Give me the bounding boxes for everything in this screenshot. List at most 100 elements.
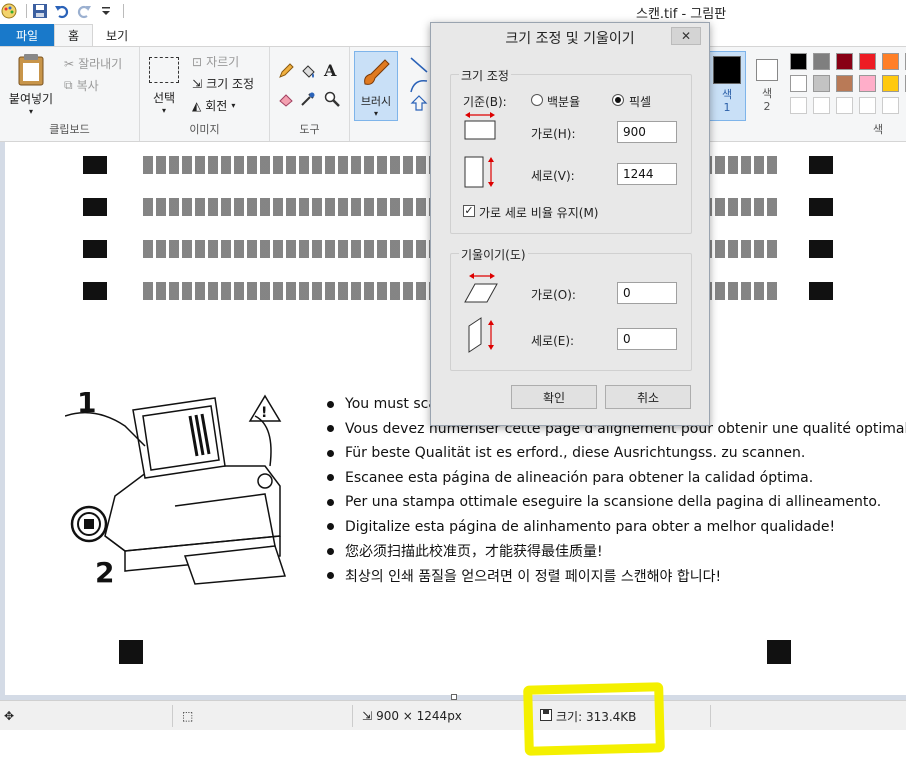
cut-button[interactable]: ✂ 잘라내기 [64, 55, 122, 72]
bullet-icon [327, 498, 334, 506]
resize-label: 크기 조정 [206, 77, 255, 91]
list-item: Escanee esta página de alineación para o… [323, 466, 906, 491]
pixels-label: 픽셀 [629, 95, 652, 109]
close-button[interactable]: ✕ [671, 27, 701, 45]
line-shape-icon[interactable] [410, 57, 428, 76]
custom-color-slot[interactable] [882, 97, 899, 114]
bullet-icon [327, 474, 334, 482]
palette-color-swatch[interactable] [813, 75, 830, 92]
text-tool-icon[interactable]: A [324, 61, 336, 80]
bullet-icon [327, 425, 334, 433]
color1-button[interactable]: 색 1 [708, 51, 746, 121]
palette-color-swatch[interactable] [836, 75, 853, 92]
crop-label: 자르기 [206, 55, 240, 69]
percent-radio[interactable] [531, 94, 543, 106]
palette-color-swatch[interactable] [790, 75, 807, 92]
quick-access-toolbar [0, 2, 124, 20]
status-divider [172, 705, 173, 727]
tab-home[interactable]: 홈 [54, 24, 94, 46]
rotate-button[interactable]: ◭ 회전 ▾ [192, 97, 235, 114]
skew-vertical-input[interactable] [617, 328, 677, 350]
check-icon: ✓ [464, 204, 474, 217]
select-button[interactable]: 선택 ▾ [146, 57, 182, 115]
paint-app-icon[interactable] [0, 2, 18, 20]
status-divider [710, 705, 711, 727]
skew-group-label: 기울이기(도) [459, 246, 528, 263]
color2-button[interactable]: 색 2 [752, 51, 782, 121]
custom-color-slot[interactable] [790, 97, 807, 114]
palette-color-swatch[interactable] [882, 53, 899, 70]
custom-color-slot[interactable] [836, 97, 853, 114]
toolbar-divider [26, 4, 27, 18]
pixels-radio[interactable] [612, 94, 624, 106]
horizontal-input[interactable] [617, 121, 677, 143]
crop-button[interactable]: ⊡ 자르기 [192, 53, 239, 70]
resize-button[interactable]: ⇲ 크기 조정 [192, 75, 254, 92]
keep-ratio-checkbox[interactable]: ✓ [463, 205, 475, 217]
customize-toolbar-icon[interactable] [97, 2, 115, 20]
palette-color-swatch[interactable] [813, 53, 830, 70]
bullet-icon [327, 523, 334, 531]
dialog-title: 크기 조정 및 기울이기 [505, 31, 635, 47]
alignment-mark [809, 240, 833, 258]
tools-group-label: 도구 [299, 123, 320, 136]
paste-button[interactable]: 붙여넣기 ▾ [6, 53, 56, 116]
resize-icon: ⇲ [192, 76, 203, 91]
save-icon[interactable] [31, 2, 49, 20]
skew-horizontal-input[interactable] [617, 282, 677, 304]
tools-group: A 도구 [270, 47, 350, 141]
color2-label: 색 2 [761, 87, 773, 113]
alignment-mark [83, 240, 107, 258]
chevron-down-icon: ▾ [373, 109, 378, 118]
custom-color-slot[interactable] [859, 97, 876, 114]
scissors-icon: ✂ [64, 56, 75, 71]
list-item-text: 您必须扫描此校准页，才能获得最佳质量! [345, 544, 603, 561]
bullet-icon [327, 449, 334, 457]
vertical-input[interactable] [617, 163, 677, 185]
brushes-button[interactable]: 브러시 ▾ [354, 51, 398, 121]
curve-shape-icon[interactable] [410, 77, 428, 96]
tab-file[interactable]: 파일 [0, 24, 54, 46]
cancel-button[interactable]: 취소 [605, 385, 691, 409]
resize-skew-dialog: 크기 조정 및 기울이기 ✕ 크기 조정 기준(B): 백분율 픽셀 가로(H)… [430, 22, 710, 426]
selection-size-icon: ⬚ [182, 709, 194, 723]
alignment-mark [809, 156, 833, 174]
palette-color-swatch[interactable] [790, 53, 807, 70]
printer-illustration-icon: ! [65, 394, 287, 585]
status-divider [352, 705, 353, 727]
clipboard-icon [18, 54, 44, 86]
cursor-position: ✥ [4, 701, 14, 731]
copy-button[interactable]: ⧉ 복사 [64, 77, 99, 94]
list-item: Für beste Qualität ist es erford., diese… [323, 441, 906, 466]
undo-icon[interactable] [53, 2, 71, 20]
palette-color-swatch[interactable] [859, 75, 876, 92]
color-picker-icon[interactable] [300, 91, 316, 110]
list-item-text: Escanee esta página de alineación para o… [345, 469, 814, 486]
redo-icon[interactable] [75, 2, 93, 20]
custom-color-slot[interactable] [813, 97, 830, 114]
chevron-down-icon: ▾ [231, 101, 236, 110]
alignment-mark [83, 282, 107, 300]
eraser-icon[interactable] [278, 91, 294, 110]
copy-label: 복사 [76, 79, 99, 93]
arrow-shape-icon[interactable] [410, 95, 428, 114]
tab-view[interactable]: 보기 [93, 24, 141, 46]
chevron-down-icon: ▾ [28, 107, 33, 116]
image-dimensions: ⇲ 900 × 1244px [362, 701, 462, 731]
magnifier-icon[interactable] [324, 91, 340, 110]
palette-color-swatch[interactable] [836, 53, 853, 70]
vertical-skew-icon [468, 317, 494, 353]
pencil-icon[interactable] [278, 63, 294, 82]
alignment-mark [809, 198, 833, 216]
alignment-mark [809, 282, 833, 300]
horizontal-resize-icon [464, 112, 496, 140]
ok-button[interactable]: 확인 [511, 385, 597, 409]
palette-color-swatch[interactable] [882, 75, 899, 92]
skew-horizontal-label: 가로(O): [531, 288, 576, 302]
palette-color-swatch[interactable] [859, 53, 876, 70]
fill-bucket-icon[interactable] [300, 63, 316, 82]
paste-label: 붙여넣기 [8, 92, 54, 106]
keep-ratio-label: 가로 세로 비율 유지(M) [479, 206, 599, 220]
bullet-icon [327, 400, 334, 408]
toolbar-divider [123, 4, 124, 18]
